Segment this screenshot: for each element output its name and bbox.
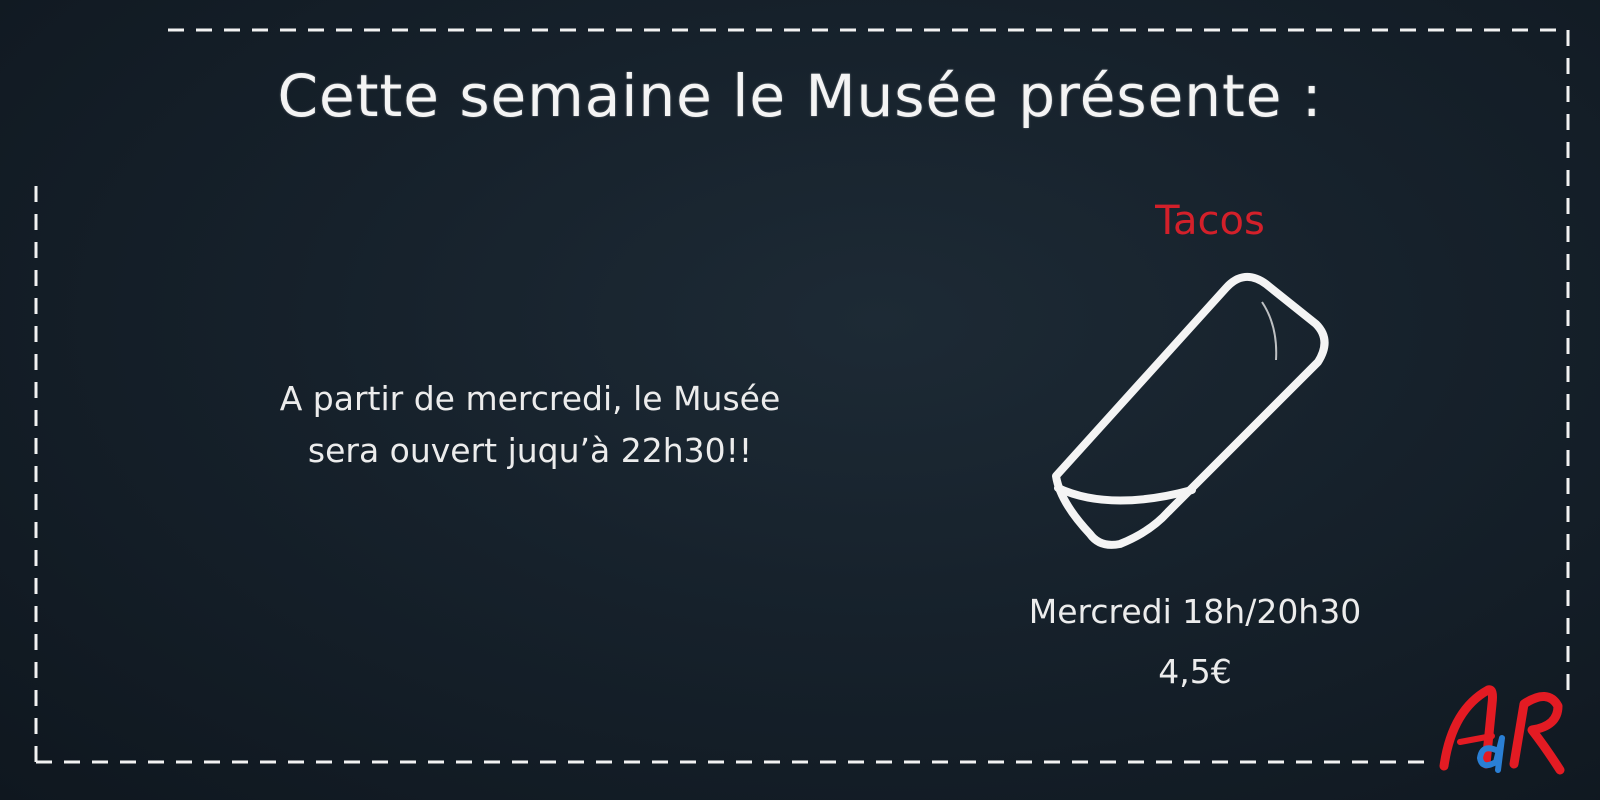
page-title: Cette semaine le Musée présente : (277, 62, 1323, 130)
tacos-icon (1052, 273, 1329, 549)
adr-logo (1439, 685, 1565, 775)
chalkboard: Cette semaine le Musée présente : A part… (0, 0, 1600, 800)
notice-line-2: sera ouvert juqu’à 22h30!! (307, 431, 753, 470)
dish-name: Tacos (1155, 198, 1265, 244)
dish-schedule: Mercredi 18h/20h30 (1028, 592, 1362, 631)
dish-price: 4,5€ (1158, 652, 1232, 691)
opening-hours-notice: A partir de mercredi, le Musée sera ouve… (200, 373, 860, 477)
notice-line-1: A partir de mercredi, le Musée (279, 379, 781, 418)
